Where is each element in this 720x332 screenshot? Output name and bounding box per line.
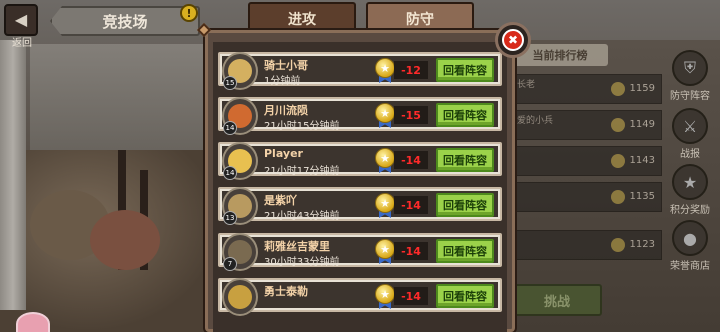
back-label: 返回 [12, 38, 32, 49]
avatar: 15 [222, 52, 258, 90]
leaderboard-name: 长老 [517, 80, 536, 90]
medal-star: ★ [375, 239, 395, 259]
leaderboard-row: 1135 [512, 182, 662, 212]
medal-icon: ★ [374, 239, 396, 265]
leaderboard-row: 1123 [512, 230, 662, 260]
leaderboard-row: 1143 [512, 146, 662, 176]
background-wall [30, 44, 220, 154]
level-badge: 15 [223, 76, 237, 90]
points-change: -14 [394, 196, 428, 214]
medal-icon: ★ [374, 193, 396, 219]
opponent-name: 月川流陨 [264, 104, 308, 117]
back-arrow-icon: ◀ [14, 10, 28, 29]
medal-star: ★ [375, 193, 395, 213]
avatar: 14 [222, 142, 258, 180]
defense-record-row: 勇士泰勒 ★ -14 回看阵容 [218, 278, 502, 316]
defense-record-row: 14 Player 21小时17分钟前 ★ -14 回看阵容 [218, 142, 502, 180]
defense-record-row: 7 莉雅丝吉蒙里 30小时33分钟前 ★ -14 回看阵容 [218, 233, 502, 271]
side-button-points-reward[interactable]: ★ 积分奖励 [662, 164, 718, 216]
side-button-label: 积分奖励 [670, 205, 710, 216]
avatar: 7 [222, 233, 258, 271]
challenge-button[interactable]: 挑战 [512, 284, 602, 316]
coin-icon [611, 238, 625, 252]
medal-icon: ★ [374, 58, 396, 84]
leaderboard-score: 1143 [629, 155, 655, 166]
opponent-name: Player [264, 147, 303, 160]
opponent-name: 莉雅丝吉蒙里 [264, 240, 330, 253]
replay-lineup-button[interactable]: 回看阵容 [436, 103, 494, 127]
leaderboard-row: 长老 1159 [512, 74, 662, 104]
leaderboard-score: 1159 [629, 83, 655, 94]
leaderboard-score: 1135 [629, 191, 655, 202]
leaderboard-score: 1123 [629, 239, 655, 250]
replay-lineup-button[interactable]: 回看阵容 [436, 58, 494, 82]
replay-lineup-button[interactable]: 回看阵容 [436, 284, 494, 308]
shield-icon: ⛨ [672, 50, 708, 86]
points-change: -14 [394, 151, 428, 169]
points-change: -15 [394, 106, 428, 124]
battle-time: 30小时33分钟前 [264, 257, 340, 268]
side-button-label: 防守阵容 [670, 91, 710, 102]
leaderboard-score: 1149 [629, 119, 655, 130]
medal-icon: ★ [374, 148, 396, 174]
hero-portrait [228, 285, 252, 309]
level-badge: 7 [223, 257, 237, 271]
avatar: 14 [222, 97, 258, 135]
replay-lineup-button[interactable]: 回看阵容 [436, 239, 494, 263]
opponent-name: 骑士小哥 [264, 59, 308, 72]
medal-star: ★ [375, 284, 395, 304]
points-change: -14 [394, 287, 428, 305]
side-button-honor-shop[interactable]: ● 荣誉商店 [662, 220, 718, 272]
opponent-name: 勇士泰勒 [264, 285, 308, 298]
close-button[interactable]: ✖ [495, 22, 531, 58]
battle-time: 1分钟前 [264, 76, 301, 87]
medal-star: ★ [375, 148, 395, 168]
side-button-battle-report[interactable]: ⚔ 战报 [662, 108, 718, 160]
avatar: 13 [222, 187, 258, 225]
close-icon: ✖ [502, 29, 524, 51]
defense-record-row: 14 月川流陨 21小时15分钟前 ★ -15 回看阵容 [218, 97, 502, 135]
side-button-label: 荣誉商店 [670, 261, 710, 272]
coin-icon [611, 190, 625, 204]
coin-icon [611, 118, 625, 132]
points-change: -12 [394, 61, 428, 79]
shop-icon: ● [672, 220, 708, 256]
background-pillar [0, 40, 26, 310]
medal-star: ★ [375, 103, 395, 123]
replay-lineup-button[interactable]: 回看阵容 [436, 148, 494, 172]
side-button-label: 战报 [680, 149, 700, 160]
defense-record-row: 15 骑士小哥 1分钟前 ★ -12 回看阵容 [218, 52, 502, 90]
leaderboard-row: 爱的小兵 1149 [512, 110, 662, 140]
level-badge: 14 [223, 121, 237, 135]
battle-time: 21小时15分钟前 [264, 121, 340, 132]
replay-lineup-button[interactable]: 回看阵容 [436, 193, 494, 217]
info-icon[interactable]: ! [180, 4, 198, 22]
chat-bubble-icon[interactable] [16, 312, 50, 332]
coin-icon [611, 82, 625, 96]
side-button-defense-lineup[interactable]: ⛨ 防守阵容 [662, 50, 718, 102]
back-button[interactable]: ◀ [4, 4, 38, 36]
avatar [222, 278, 258, 316]
swords-icon: ⚔ [672, 108, 708, 144]
background-creature [90, 210, 160, 270]
leaderboard-name: 爱的小兵 [517, 116, 554, 126]
points-change: -14 [394, 242, 428, 260]
page-title-banner: 竞技场 [50, 6, 200, 36]
medal-icon: ★ [374, 103, 396, 129]
coin-icon [611, 154, 625, 168]
medal-icon: ★ [374, 284, 396, 310]
medal-star: ★ [375, 58, 395, 78]
level-badge: 14 [223, 166, 237, 180]
reward-icon: ★ [672, 164, 708, 200]
defense-record-row: 13 是紫吖 21小时43分钟前 ★ -14 回看阵容 [218, 187, 502, 225]
opponent-name: 是紫吖 [264, 194, 297, 207]
battle-time: 21小时43分钟前 [264, 211, 340, 222]
level-badge: 13 [223, 211, 237, 225]
battle-time: 21小时17分钟前 [264, 166, 340, 177]
page-title: 竞技场 [102, 12, 148, 31]
